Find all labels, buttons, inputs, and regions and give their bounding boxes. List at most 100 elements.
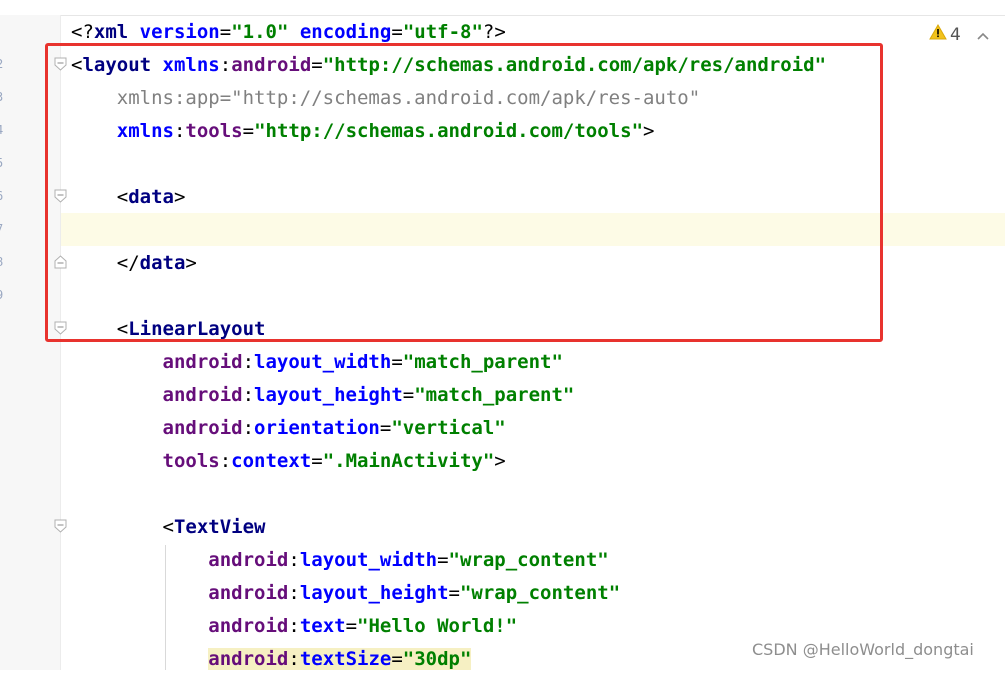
code-token: : — [242, 384, 255, 406]
code-token: layout_width — [299, 549, 438, 571]
code-token: orientation — [254, 417, 380, 439]
code-token: android — [208, 615, 289, 637]
line-number — [0, 477, 4, 510]
code-line[interactable]: <TextView — [71, 511, 266, 544]
code-token: "Hello World!" — [357, 615, 518, 637]
code-token: <? — [71, 21, 94, 43]
code-token: = — [379, 417, 392, 439]
code-token: encoding — [299, 21, 392, 43]
code-token: android — [208, 582, 289, 604]
code-token: = — [437, 549, 449, 571]
code-line[interactable]: android:textSize="30dp" — [71, 643, 472, 676]
line-number — [0, 312, 4, 345]
line-number: 5 — [0, 147, 4, 180]
code-token: = — [402, 384, 415, 406]
code-token: tools — [162, 450, 220, 472]
line-number — [0, 576, 4, 609]
code-token: "1.0" — [231, 21, 289, 43]
code-token: context — [231, 450, 312, 472]
line-number — [0, 609, 4, 642]
code-token: "wrap_content" — [448, 549, 609, 571]
code-token: = — [311, 450, 323, 472]
code-line[interactable]: android:layout_height="wrap_content" — [71, 577, 620, 610]
code-token: android — [162, 384, 243, 406]
code-line[interactable]: android:layout_width="match_parent" — [71, 346, 563, 379]
code-token: android — [162, 417, 243, 439]
watermark: CSDN @HelloWorld_dongtai — [752, 640, 974, 659]
code-token: TextView — [173, 516, 266, 538]
line-number — [0, 510, 4, 543]
code-token: text — [299, 615, 346, 637]
code-token: : — [288, 549, 300, 571]
code-token: ".MainActivity" — [322, 450, 495, 472]
code-token: = — [391, 648, 403, 670]
warning-triangle-icon — [929, 23, 947, 45]
code-token: "wrap_content" — [459, 582, 621, 604]
code-token: layout_height — [254, 384, 403, 406]
editor-top-bar — [0, 0, 1005, 16]
line-number: 6 — [0, 180, 4, 213]
code-token: android — [162, 351, 243, 373]
line-number — [0, 345, 4, 378]
code-token: < — [71, 516, 174, 538]
inspection-widget[interactable]: 4 — [929, 23, 961, 45]
code-token: "30dp" — [402, 648, 472, 670]
code-token: : — [219, 450, 232, 472]
code-token: layout_height — [299, 582, 449, 604]
line-number: 7 — [0, 213, 4, 246]
line-number: 2 — [0, 48, 4, 81]
code-token: "match_parent" — [402, 351, 563, 373]
line-number: 8 — [0, 246, 4, 279]
code-line[interactable]: android:orientation="vertical" — [71, 412, 506, 445]
code-line[interactable]: android:layout_height="match_parent" — [71, 379, 575, 412]
annotation-highlight-box — [45, 43, 883, 342]
line-number — [0, 15, 4, 48]
line-number — [0, 444, 4, 477]
warning-count: 4 — [950, 24, 961, 45]
code-token: : — [242, 351, 255, 373]
code-token: = — [219, 21, 232, 43]
code-token: : — [288, 648, 300, 670]
code-line[interactable]: android:layout_width="wrap_content" — [71, 544, 609, 577]
code-token: : — [288, 582, 300, 604]
line-number — [0, 543, 4, 576]
code-token: textSize — [299, 648, 392, 670]
fold-marker-icon[interactable] — [54, 57, 67, 71]
code-token: = — [391, 21, 403, 43]
code-token: "match_parent" — [414, 384, 575, 406]
code-token: "vertical" — [391, 417, 506, 439]
code-token: layout_width — [254, 351, 392, 373]
code-token: android — [208, 648, 289, 670]
code-line[interactable]: tools:context=".MainActivity"> — [71, 445, 506, 478]
code-token: version — [139, 21, 220, 43]
fold-marker-icon[interactable] — [54, 519, 67, 533]
code-token: > — [494, 450, 506, 472]
fold-marker-icon[interactable] — [54, 321, 67, 335]
code-token: ?> — [482, 21, 506, 43]
code-token: : — [242, 417, 255, 439]
code-token: = — [391, 351, 403, 373]
line-number — [0, 411, 4, 444]
line-number — [0, 642, 4, 675]
line-number: 3 — [0, 81, 4, 114]
code-token: = — [345, 615, 358, 637]
chevron-up-icon[interactable] — [976, 26, 990, 45]
code-line[interactable]: android:text="Hello World!" — [71, 610, 517, 643]
fold-marker-icon[interactable] — [54, 189, 67, 203]
line-number: 4 — [0, 114, 4, 147]
fold-marker-icon[interactable] — [54, 255, 67, 269]
code-token: "utf-8" — [402, 21, 483, 43]
code-token: : — [288, 615, 300, 637]
line-number: 9 — [0, 279, 4, 312]
code-token: android — [208, 549, 289, 571]
